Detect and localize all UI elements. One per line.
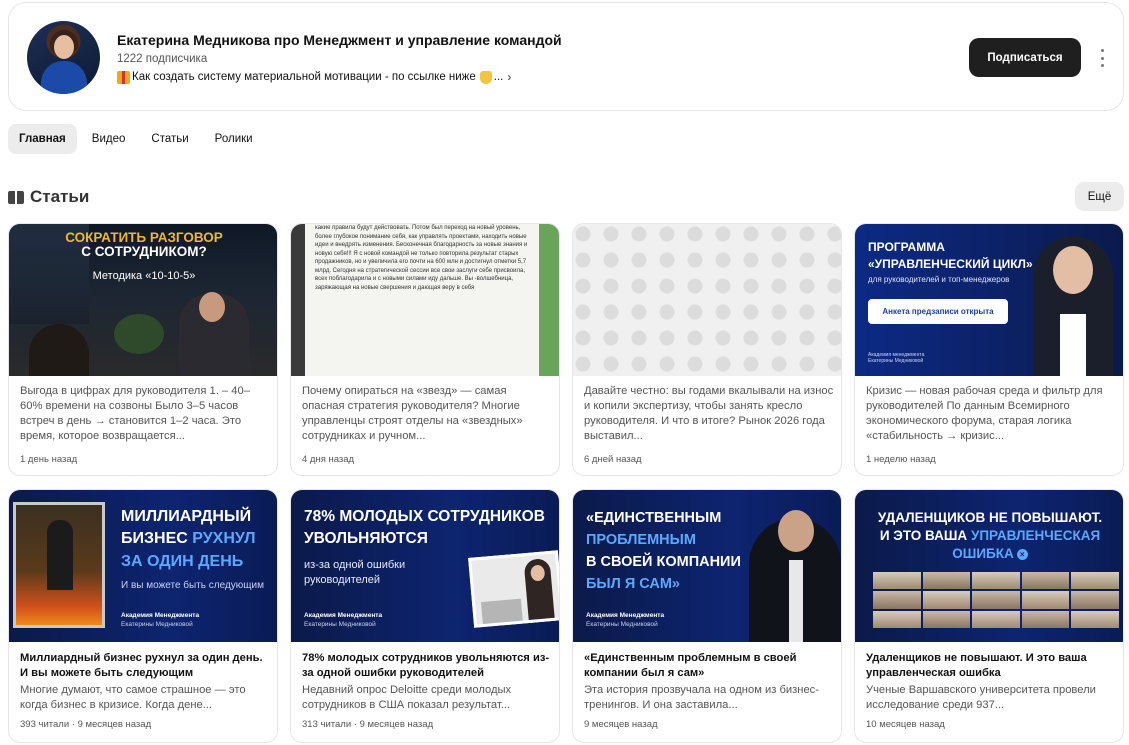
thumbnail-headline: ПРОБЛЕМНЫМ <box>586 532 696 548</box>
thumbnail-badge: Анкета предзаписи открыта <box>868 299 1008 324</box>
thumbnail-subtitle: Методика «10-10-5» <box>92 270 196 282</box>
article-thumbnail-placeholder[interactable] <box>573 224 841 376</box>
thumbnail-brand: Академия менеджмента Екатерины Медниково… <box>868 352 925 364</box>
thumbnail-headline: МИЛЛИАРДНЫЙ <box>121 508 252 525</box>
description-ellipsis: ... <box>493 71 504 83</box>
thumbnail-headline: С СОТРУДНИКОМ? <box>81 244 207 259</box>
thumbnail-brand: Екатерины Медниковой <box>586 621 658 628</box>
thumbnail-headline: ПРОГРАММА <box>868 240 945 254</box>
thumbnail-headline: И ЭТО ВАША УПРАВЛЕНЧЕСКАЯ <box>879 528 1101 543</box>
channel-title[interactable]: Екатерина Медникова про Менеджмент и упр… <box>117 32 562 48</box>
thumbnail-subtitle: для руководителей и топ-менеджеров <box>868 275 1010 284</box>
article-card[interactable]: ПРОГРАММА «УПРАВЛЕНЧЕСКИЙ ЦИКЛ» для руко… <box>854 223 1124 476</box>
section-header: Статьи <box>8 187 89 207</box>
close-circle-icon: × <box>1016 548 1028 560</box>
article-card[interactable]: Давайте честно: вы годами вкалывали на и… <box>572 223 842 476</box>
article-meta: 4 дня назад <box>302 454 355 465</box>
article-meta: 1 день назад <box>20 454 78 465</box>
thumbnail-headline: УДАЛЕНЩИКОВ НЕ ПОВЫШАЮТ. <box>877 510 1103 525</box>
article-thumbnail[interactable]: «ЕДИНСТВЕННЫМ ПРОБЛЕМНЫМ В СВОЕЙ КОМПАНИ… <box>573 490 841 642</box>
article-snippet: Эта история прозвучала на одном из бизне… <box>584 684 819 711</box>
article-meta: 313 читали · 9 месяцев назад <box>302 719 434 730</box>
article-snippet: Ученые Варшавского университета провели … <box>866 684 1096 711</box>
article-snippet: Почему опираться на «звезд» — самая опас… <box>302 385 523 442</box>
article-thumbnail[interactable]: какие правила будут действовать. Потом б… <box>291 224 559 376</box>
thumbnail-headline: 78% МОЛОДЫХ СОТРУДНИКОВ <box>304 508 545 525</box>
channel-description-text: Как создать систему материальной мотивац… <box>132 71 476 83</box>
channel-tabs: Главная Видео Статьи Ролики <box>8 124 264 154</box>
article-title[interactable]: Миллиардный бизнес рухнул за один день. … <box>20 651 272 681</box>
thumbnail-brand: Екатерины Медниковой <box>304 621 376 628</box>
thumbnail-brand: Академия Менеджмента <box>586 612 665 619</box>
article-card[interactable]: 78% МОЛОДЫХ СОТРУДНИКОВ УВОЛЬНЯЮТСЯ из-з… <box>290 489 560 743</box>
thumbnail-headline: СОКРАТИТЬ РАЗГОВОР <box>65 230 223 245</box>
article-snippet: Давайте честно: вы годами вкалывали на и… <box>584 385 834 442</box>
subscriber-count: 1222 подписчика <box>117 53 208 65</box>
article-card[interactable]: СОКРАТИТЬ РАЗГОВОР С СОТРУДНИКОМ? Методи… <box>8 223 278 476</box>
channel-header: Екатерина Медникова про Менеджмент и упр… <box>8 2 1124 111</box>
more-vertical-icon[interactable] <box>1097 49 1107 67</box>
article-snippet: Выгода в цифрах для руководителя 1. – 40… <box>20 385 250 442</box>
article-thumbnail[interactable]: 78% МОЛОДЫХ СОТРУДНИКОВ УВОЛЬНЯЮТСЯ из-з… <box>291 490 559 642</box>
article-meta: 393 читали · 9 месяцев назад <box>20 719 152 730</box>
article-thumbnail[interactable]: ПРОГРАММА «УПРАВЛЕНЧЕСКИЙ ЦИКЛ» для руко… <box>855 224 1123 376</box>
thumbnail-headline: ЗА ОДИН ДЕНЬ <box>121 553 244 570</box>
thumbnail-subtitle: И вы можете быть следующим <box>121 580 264 591</box>
article-meta: 6 дней назад <box>584 454 642 465</box>
thumbnail-headline: БЫЛ Я САМ» <box>586 576 680 592</box>
article-snippet: Кризис — новая рабочая среда и фильтр дл… <box>866 385 1103 442</box>
article-card[interactable]: какие правила будут действовать. Потом б… <box>290 223 560 476</box>
channel-description[interactable]: Как создать систему материальной мотивац… <box>117 70 511 84</box>
article-thumbnail[interactable]: СОКРАТИТЬ РАЗГОВОР С СОТРУДНИКОМ? Методи… <box>9 224 277 376</box>
section-title: Статьи <box>30 187 90 206</box>
articles-icon <box>8 190 24 204</box>
channel-avatar[interactable] <box>27 21 100 94</box>
thumbnail-headline: УВОЛЬНЯЮТСЯ <box>304 530 428 547</box>
thumbnail-brand: Екатерины Медниковой <box>121 621 193 628</box>
tab-main[interactable]: Главная <box>8 124 77 154</box>
article-card[interactable]: «ЕДИНСТВЕННЫМ ПРОБЛЕМНЫМ В СВОЕЙ КОМПАНИ… <box>572 489 842 743</box>
article-thumbnail[interactable]: МИЛЛИАРДНЫЙ БИЗНЕС РУХНУЛ ЗА ОДИН ДЕНЬ И… <box>9 490 277 642</box>
article-thumbnail[interactable]: УДАЛЕНЩИКОВ НЕ ПОВЫШАЮТ. И ЭТО ВАША УПРА… <box>855 490 1123 642</box>
article-card[interactable]: УДАЛЕНЩИКОВ НЕ ПОВЫШАЮТ. И ЭТО ВАША УПРА… <box>854 489 1124 743</box>
thumbnail-headline: В СВОЕЙ КОМПАНИИ <box>586 554 741 570</box>
tab-video[interactable]: Видео <box>81 124 137 154</box>
thumbnail-headline: БИЗНЕС РУХНУЛ <box>121 530 256 547</box>
thumbnail-brand: Академия Менеджмента <box>121 612 200 619</box>
chevron-right-icon[interactable]: › <box>507 70 511 84</box>
article-meta: 9 месяцев назад <box>584 719 658 730</box>
pointing-hand-icon <box>479 70 492 84</box>
thumbnail-brand: Академия Менеджмента <box>304 612 383 619</box>
video-call-grid <box>873 572 1119 628</box>
subscribe-button[interactable]: Подписаться <box>969 38 1081 77</box>
gift-icon <box>117 70 130 84</box>
thumbnail-screenshot-text: какие правила будут действовать. Потом б… <box>315 225 528 291</box>
article-card[interactable]: МИЛЛИАРДНЫЙ БИЗНЕС РУХНУЛ ЗА ОДИН ДЕНЬ И… <box>8 489 278 743</box>
article-meta: 1 неделю назад <box>866 454 936 465</box>
article-meta: 10 месяцев назад <box>866 719 945 730</box>
thumbnail-subtitle: из-за одной ошибки <box>304 559 406 571</box>
article-title[interactable]: «Единственным проблемным в своей компани… <box>584 651 836 681</box>
article-snippet: Многие думают, что самое страшное — это … <box>20 684 246 711</box>
article-title[interactable]: Удаленщиков не повышают. И это ваша упра… <box>866 651 1118 681</box>
tab-shorts[interactable]: Ролики <box>204 124 264 154</box>
thumbnail-headline: ОШИБКА × <box>855 546 1123 561</box>
thumbnail-headline: «ЕДИНСТВЕННЫМ <box>586 510 722 526</box>
thumbnail-subtitle: руководителей <box>304 574 381 586</box>
tab-articles[interactable]: Статьи <box>140 124 199 154</box>
article-title[interactable]: 78% молодых сотрудников увольняются из-з… <box>302 651 554 681</box>
thumbnail-headline: «УПРАВЛЕНЧЕСКИЙ ЦИКЛ» <box>868 257 1033 271</box>
show-more-button[interactable]: Ещё <box>1075 182 1124 211</box>
article-snippet: Недавний опрос Deloitte среди молодых со… <box>302 684 512 711</box>
